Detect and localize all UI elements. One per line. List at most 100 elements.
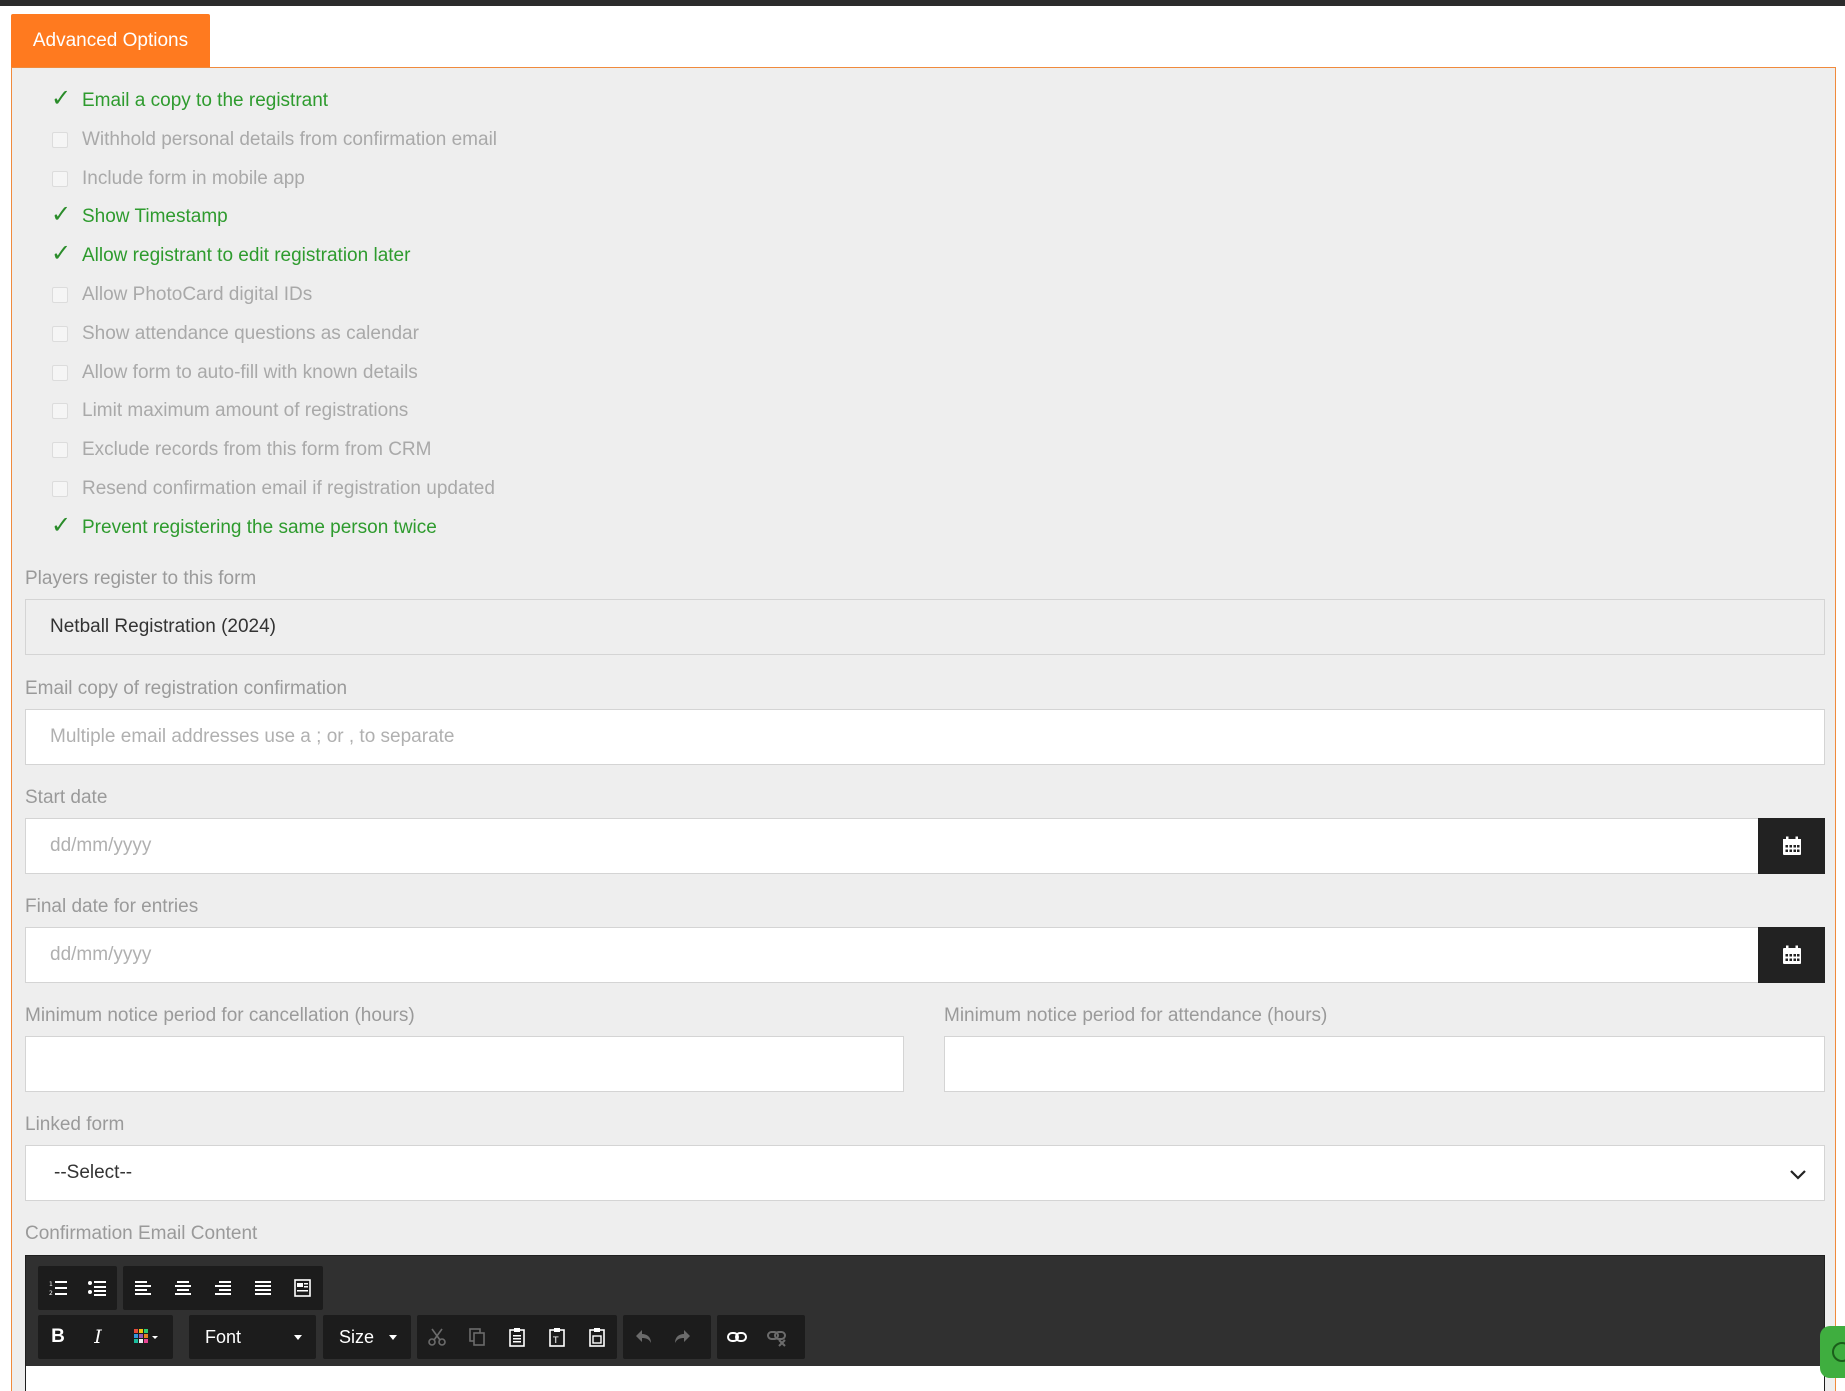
chat-icon xyxy=(1832,1342,1845,1362)
checkbox[interactable] xyxy=(52,481,68,497)
option-include-mobile-app[interactable]: Include form in mobile app xyxy=(40,164,740,194)
align-right-button[interactable] xyxy=(203,1266,243,1310)
font-dropdown-label: Font xyxy=(205,1326,242,1347)
color-palette-icon xyxy=(133,1329,158,1343)
justify-button[interactable] xyxy=(243,1266,283,1310)
option-auto-fill[interactable]: Allow form to auto-fill with known detai… xyxy=(40,358,740,388)
players-form-label: Players register to this form xyxy=(25,568,257,589)
notice-cancellation-label: Minimum notice period for cancellation (… xyxy=(25,1005,415,1026)
notice-attendance-input[interactable] xyxy=(944,1036,1825,1092)
checkbox[interactable] xyxy=(51,200,71,228)
unordered-list-button[interactable] xyxy=(78,1266,118,1310)
align-toolbar-group xyxy=(123,1266,323,1310)
copy-button[interactable] xyxy=(457,1315,497,1359)
checkbox[interactable] xyxy=(52,403,68,420)
cut-button[interactable] xyxy=(417,1315,457,1359)
option-label: Show Timestamp xyxy=(82,206,228,228)
calendar-icon xyxy=(1782,836,1801,855)
insert-block-icon xyxy=(294,1279,311,1297)
chevron-down-icon xyxy=(1790,1170,1806,1180)
start-date-calendar-button[interactable] xyxy=(1758,818,1825,874)
option-label: Withhold personal details from confirmat… xyxy=(82,128,498,150)
option-resend-confirmation[interactable]: Resend confirmation email if registratio… xyxy=(40,474,740,504)
scissors-icon xyxy=(428,1328,446,1346)
checkbox[interactable] xyxy=(52,131,68,148)
undo-icon xyxy=(636,1330,651,1343)
link-toolbar-group xyxy=(717,1315,805,1359)
option-prevent-duplicate[interactable]: Prevent registering the same person twic… xyxy=(40,511,740,543)
italic-button[interactable]: I xyxy=(78,1315,118,1359)
rich-text-editor: 1 2 B I Font Size T xyxy=(25,1255,1825,1391)
font-dropdown[interactable]: Font xyxy=(189,1315,316,1359)
editor-content-area[interactable] xyxy=(26,1366,1824,1391)
checkbox[interactable] xyxy=(52,364,68,381)
option-allow-photocard[interactable]: Allow PhotoCard digital IDs xyxy=(40,280,740,310)
list-toolbar-group: 1 2 xyxy=(38,1266,117,1310)
unordered-list-icon xyxy=(88,1281,107,1296)
checkbox[interactable] xyxy=(51,239,71,267)
paste-word-button[interactable] xyxy=(577,1315,617,1359)
calendar-icon xyxy=(1782,945,1801,964)
players-form-field xyxy=(25,599,1825,655)
size-dropdown-label: Size xyxy=(339,1326,375,1347)
option-label: Email a copy to the registrant xyxy=(82,90,329,111)
undo-button[interactable] xyxy=(623,1315,663,1359)
paste-text-button[interactable]: T xyxy=(537,1315,577,1359)
notice-cancellation-input[interactable] xyxy=(25,1036,904,1092)
checkbox[interactable] xyxy=(51,84,71,112)
tab-advanced-options[interactable]: Advanced Options xyxy=(11,14,210,68)
paste-button[interactable] xyxy=(497,1315,537,1359)
unlink-icon xyxy=(767,1331,786,1347)
start-date-label: Start date xyxy=(25,787,108,808)
redo-button[interactable] xyxy=(663,1315,703,1359)
advanced-options-panel: Email a copy to the registrant Withhold … xyxy=(11,67,1836,1391)
ordered-list-button[interactable]: 1 2 xyxy=(38,1266,78,1310)
option-attendance-calendar[interactable]: Show attendance questions as calendar xyxy=(40,319,740,349)
option-email-copy-registrant[interactable]: Email a copy to the registrant xyxy=(40,84,740,116)
align-left-button[interactable] xyxy=(123,1266,163,1310)
option-label: Resend confirmation email if registratio… xyxy=(82,478,495,499)
svg-text:2: 2 xyxy=(49,1290,53,1297)
option-label: Allow form to auto-fill with known detai… xyxy=(82,361,418,383)
top-bar xyxy=(0,0,1845,6)
email-copy-input[interactable] xyxy=(25,709,1825,765)
caret-down-icon xyxy=(389,1334,397,1340)
option-allow-edit-later[interactable]: Allow registrant to edit registration la… xyxy=(40,239,740,271)
start-date-input[interactable] xyxy=(25,818,1759,874)
option-exclude-crm[interactable]: Exclude records from this form from CRM xyxy=(40,435,740,465)
final-date-input[interactable] xyxy=(25,927,1759,983)
align-right-icon xyxy=(215,1281,231,1295)
paste-text-icon: T xyxy=(549,1328,565,1347)
align-center-icon xyxy=(175,1281,191,1295)
checkbox[interactable] xyxy=(51,511,71,539)
checkbox[interactable] xyxy=(52,325,68,342)
option-show-timestamp[interactable]: Show Timestamp xyxy=(40,200,740,232)
insert-link-button[interactable] xyxy=(717,1315,757,1359)
linked-form-select[interactable]: --Select-- xyxy=(25,1145,1825,1201)
checkbox[interactable] xyxy=(52,442,68,459)
copy-icon xyxy=(469,1328,485,1346)
checkbox[interactable] xyxy=(52,170,68,187)
option-limit-registrations[interactable]: Limit maximum amount of registrations xyxy=(40,396,740,426)
insert-block-button[interactable] xyxy=(283,1266,323,1310)
final-date-label: Final date for entries xyxy=(25,896,199,917)
option-withhold-personal-details[interactable]: Withhold personal details from confirmat… xyxy=(40,125,740,155)
svg-text:1: 1 xyxy=(49,1281,53,1288)
color-picker-button[interactable] xyxy=(118,1315,173,1359)
caret-down-icon xyxy=(294,1334,302,1340)
option-label: Limit maximum amount of registrations xyxy=(82,400,409,422)
paste-word-icon xyxy=(589,1328,605,1347)
align-center-button[interactable] xyxy=(163,1266,203,1310)
linked-form-selected: --Select-- xyxy=(54,1162,133,1183)
help-chat-button[interactable] xyxy=(1820,1326,1845,1378)
checkbox[interactable] xyxy=(52,287,68,303)
svg-text:T: T xyxy=(552,1336,559,1346)
bold-button[interactable]: B xyxy=(38,1315,78,1359)
final-date-calendar-button[interactable] xyxy=(1758,927,1825,983)
justify-icon xyxy=(255,1281,271,1295)
size-dropdown[interactable]: Size xyxy=(323,1315,411,1359)
option-label: Include form in mobile app xyxy=(82,167,305,189)
clipboard-toolbar-group: T xyxy=(417,1315,617,1359)
remove-link-button[interactable] xyxy=(757,1315,797,1359)
option-label: Exclude records from this form from CRM xyxy=(82,439,432,461)
